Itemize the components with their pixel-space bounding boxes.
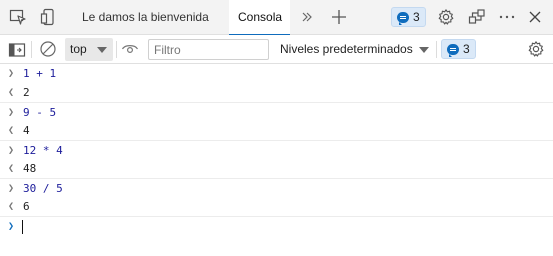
devtools-tab-bar: Le damos la bienvenida Consola 3 (0, 0, 553, 36)
console-input-row: ❯ 12 * 4 (0, 140, 553, 159)
more-options-icon[interactable] (498, 8, 516, 26)
chevron-down-icon (419, 47, 429, 53)
filter-input[interactable] (148, 39, 269, 60)
console-output-text: 6 (23, 200, 30, 213)
log-levels-label: Niveles predeterminados (280, 42, 413, 56)
gear-icon[interactable] (437, 8, 455, 26)
tab-welcome-label: Le damos la bienvenida (82, 10, 209, 24)
close-icon[interactable] (526, 8, 544, 26)
double-chevron-icon[interactable] (298, 8, 316, 26)
console-output-text: 48 (23, 162, 37, 175)
log-levels-dropdown[interactable]: Niveles predeterminados (280, 39, 429, 60)
clear-console-icon[interactable] (39, 40, 57, 58)
text-cursor (22, 220, 23, 234)
sidebar-toggle-icon[interactable] (8, 41, 26, 59)
chevron-right-icon: ❯ (8, 107, 15, 118)
console-input-row: ❯ 1 + 1 (0, 64, 553, 83)
console-prompt[interactable]: ❯ (0, 216, 553, 235)
toolbar-divider (116, 41, 117, 58)
eye-icon[interactable] (121, 40, 139, 58)
console-output-text: 2 (23, 86, 30, 99)
console-output-row: ❮ 6 (0, 197, 553, 216)
console-settings-icon[interactable] (527, 40, 545, 58)
tab-welcome[interactable]: Le damos la bienvenida (70, 0, 229, 35)
console-output-row: ❮ 48 (0, 159, 553, 178)
toolbar-issues-badge[interactable]: 3 (441, 39, 476, 59)
chevron-left-icon: ❮ (8, 125, 15, 136)
issues-icon (397, 11, 409, 25)
prompt-chevron-icon: ❯ (8, 221, 15, 232)
chevron-right-icon: ❯ (8, 68, 15, 79)
issues-icon (447, 43, 459, 57)
chevron-left-icon: ❮ (8, 201, 15, 212)
toolbar-divider (436, 41, 437, 58)
issues-badge[interactable]: 3 (391, 7, 426, 27)
tab-console-label: Consola (238, 10, 283, 24)
console-input-text: 30 / 5 (23, 182, 63, 195)
connected-devices-icon[interactable] (468, 8, 486, 26)
chevron-left-icon: ❮ (8, 163, 15, 174)
chevron-right-icon: ❯ (8, 183, 15, 194)
chevron-down-icon (97, 47, 107, 53)
tab-console[interactable]: Consola (229, 0, 290, 36)
console-input-text: 9 - 5 (23, 106, 57, 119)
issues-count: 3 (413, 10, 420, 24)
toolbar-divider (31, 41, 32, 58)
device-emulation-icon[interactable] (40, 8, 58, 26)
console-input-text: 12 * 4 (23, 144, 63, 157)
chevron-right-icon: ❯ (8, 145, 15, 156)
chevron-left-icon: ❮ (8, 87, 15, 98)
toolbar-issues-count: 3 (463, 42, 470, 56)
context-value: top (70, 42, 87, 56)
console-input-text: 1 + 1 (23, 67, 57, 80)
console-output-text: 4 (23, 124, 30, 137)
inspect-element-icon[interactable] (9, 8, 27, 26)
console-toolbar: top Niveles predeterminados 3 (0, 35, 553, 64)
console-input-row: ❯ 9 - 5 (0, 102, 553, 121)
plus-icon[interactable] (330, 8, 348, 26)
console-output-row: ❮ 4 (0, 121, 553, 140)
console-output: ❯ 1 + 1 ❮ 2 ❯ 9 - 5 ❮ 4 ❯ 12 * 4 ❮ 48 ❯ … (0, 64, 553, 235)
console-output-row: ❮ 2 (0, 83, 553, 102)
console-input-row: ❯ 30 / 5 (0, 178, 553, 197)
context-selector[interactable]: top (65, 38, 113, 61)
